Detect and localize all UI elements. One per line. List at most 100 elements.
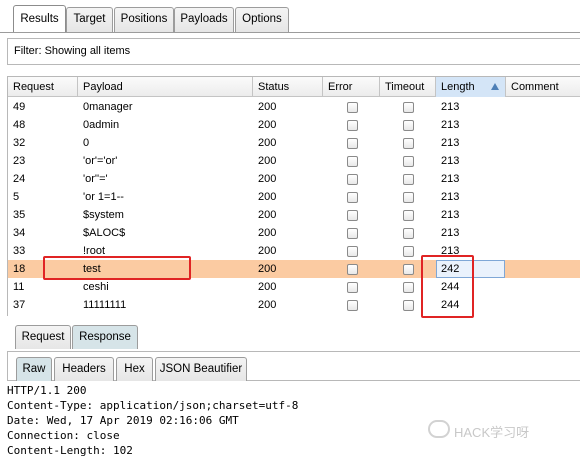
table-row[interactable]: 24 'or''=' 200 213 <box>8 170 580 188</box>
tab-request[interactable]: Request <box>15 325 71 349</box>
cell-status: 200 <box>258 173 277 185</box>
cell-comment <box>506 260 580 278</box>
col-comment[interactable]: Comment <box>506 77 580 97</box>
table-row[interactable]: 5 'or 1=1-- 200 213 <box>8 188 580 206</box>
cell-payload: 11111111 <box>83 299 127 311</box>
cell-request: 32 <box>13 137 26 149</box>
cell-status: 200 <box>258 119 277 131</box>
cell-request: 37 <box>13 299 26 311</box>
error-checkbox <box>347 102 358 113</box>
cell-request: 34 <box>13 227 26 239</box>
main-tab-bar: Results Target Positions Payloads Option… <box>0 0 580 33</box>
table-row[interactable]: 48 0admin 200 213 <box>8 116 580 134</box>
table-row[interactable]: 32 0 200 213 <box>8 134 580 152</box>
cell-comment <box>506 206 580 224</box>
cell-payload: $ALOC$ <box>83 227 126 239</box>
table-row[interactable]: 35 $system 200 213 <box>8 206 580 224</box>
cell-comment <box>506 134 580 152</box>
tab-raw[interactable]: Raw <box>16 357 52 381</box>
cell-status: 200 <box>258 227 277 239</box>
cell-payload: 'or'='or' <box>83 155 118 167</box>
tab-hex[interactable]: Hex <box>116 357 153 381</box>
timeout-checkbox <box>403 264 414 275</box>
col-payload[interactable]: Payload <box>78 77 253 97</box>
cell-comment <box>506 170 580 188</box>
tab-headers[interactable]: Headers <box>54 357 114 381</box>
tab-payloads[interactable]: Payloads <box>174 7 234 32</box>
cell-status: 200 <box>258 263 277 275</box>
response-view-panel: Raw Headers Hex JSON Beautifier <box>7 351 580 381</box>
tab-results[interactable]: Results <box>13 5 66 33</box>
error-checkbox <box>347 210 358 221</box>
tab-response[interactable]: Response <box>72 325 138 349</box>
cell-comment <box>506 296 580 314</box>
col-request[interactable]: Request <box>8 77 78 97</box>
error-checkbox <box>347 228 358 239</box>
error-checkbox <box>347 156 358 167</box>
error-checkbox <box>347 282 358 293</box>
tab-options[interactable]: Options <box>235 7 289 32</box>
cell-request: 49 <box>13 101 26 113</box>
error-checkbox <box>347 246 358 257</box>
cell-comment <box>506 242 580 260</box>
cell-comment <box>506 116 580 134</box>
watermark: HACK学习呀 <box>454 425 530 440</box>
cell-length: 213 <box>441 209 460 221</box>
col-length-label: Length <box>441 81 475 93</box>
wechat-logo-icon <box>428 420 450 438</box>
timeout-checkbox <box>403 174 414 185</box>
cell-comment <box>506 152 580 170</box>
cell-payload: 0 <box>83 137 90 149</box>
col-status[interactable]: Status <box>253 77 323 97</box>
filter-text: Showing all items <box>44 45 131 57</box>
cell-comment <box>506 98 580 116</box>
timeout-checkbox <box>403 228 414 239</box>
cell-status: 200 <box>258 191 277 203</box>
response-line: Content-Type: application/json;charset=u… <box>7 399 299 412</box>
cell-status: 200 <box>258 155 277 167</box>
cell-payload: 'or 1=1-- <box>83 191 124 203</box>
timeout-checkbox <box>403 246 414 257</box>
cell-request: 35 <box>13 209 26 221</box>
cell-request: 11 <box>13 281 25 293</box>
col-length[interactable]: Length <box>436 77 506 97</box>
table-row[interactable]: 23 'or'='or' 200 213 <box>8 152 580 170</box>
results-table: Request Payload Status Error Timeout Len… <box>7 76 580 316</box>
timeout-checkbox <box>403 138 414 149</box>
error-checkbox <box>347 300 358 311</box>
cell-status: 200 <box>258 245 277 257</box>
cell-request: 24 <box>13 173 26 185</box>
cell-length: 213 <box>441 137 460 149</box>
cell-status: 200 <box>258 137 277 149</box>
col-error[interactable]: Error <box>323 77 380 97</box>
request-response-tabs: Request Response <box>0 319 580 351</box>
cell-comment <box>506 224 580 242</box>
cell-length: 213 <box>441 227 460 239</box>
cell-request: 48 <box>13 119 26 131</box>
filter-bar[interactable]: Filter: Showing all items <box>7 38 580 65</box>
error-checkbox <box>347 174 358 185</box>
tab-target[interactable]: Target <box>66 7 113 32</box>
tab-positions[interactable]: Positions <box>114 7 174 32</box>
table-row[interactable]: 34 $ALOC$ 200 213 <box>8 224 580 242</box>
tab-json-beautifier[interactable]: JSON Beautifier <box>155 357 247 381</box>
timeout-checkbox <box>403 192 414 203</box>
cell-length: 213 <box>441 173 460 185</box>
timeout-checkbox <box>403 120 414 131</box>
table-body: 49 0manager 200 213 48 0admin 200 213 32 0 200 213 2… <box>8 98 580 314</box>
cell-comment <box>506 278 580 296</box>
cell-comment <box>506 188 580 206</box>
highlight-box-payload <box>43 256 191 280</box>
table-header: Request Payload Status Error Timeout Len… <box>8 77 580 97</box>
cell-status: 200 <box>258 209 277 221</box>
timeout-checkbox <box>403 156 414 167</box>
table-row[interactable]: 11 ceshi 200 244 <box>8 278 580 296</box>
col-timeout[interactable]: Timeout <box>380 77 436 97</box>
table-row[interactable]: 49 0manager 200 213 <box>8 98 580 116</box>
timeout-checkbox <box>403 282 414 293</box>
highlight-box-length <box>421 255 474 318</box>
cell-status: 200 <box>258 101 277 113</box>
cell-length: 213 <box>441 101 460 113</box>
cell-payload: $system <box>83 209 124 221</box>
table-row[interactable]: 37 11111111 200 244 <box>8 296 580 314</box>
